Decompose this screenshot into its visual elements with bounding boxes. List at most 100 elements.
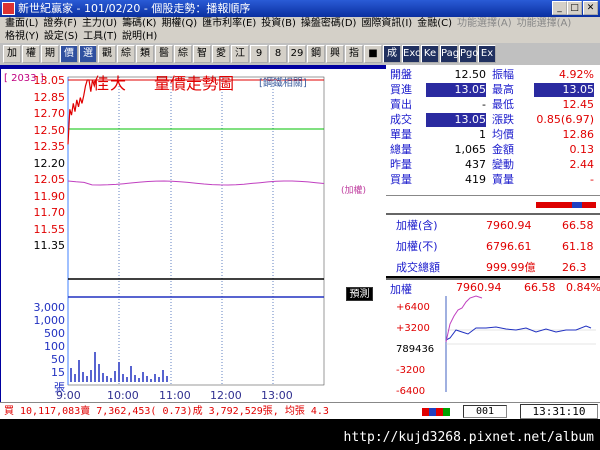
toolbar-button-6[interactable]: 綜 (117, 45, 135, 63)
toolbar: 加權期價選觀綜類醫綜智愛江 9 8 29 鋼興指 ■ 成 Exc Ke Page Pgo Ex (0, 43, 600, 65)
quote-key: 最高 (492, 83, 514, 96)
menu-item-5[interactable]: 匯市利率(E) (202, 18, 256, 29)
menu-item-7[interactable]: 操盤密碼(D) (301, 18, 357, 29)
watermark-bar: http://kujd3268.pixnet.net/album (0, 419, 600, 450)
minimize-button[interactable]: _ (552, 1, 567, 15)
price-label: 12.20 (33, 156, 66, 170)
menu-item-6[interactable]: 投資(B) (261, 18, 296, 29)
quote-row: 開盤 12.50 振幅 4.92% (386, 68, 600, 82)
quote-value: 0.85(6.97) (536, 113, 594, 126)
toolbar-button-21[interactable]: Exc (402, 45, 421, 63)
toolbar-button-9[interactable]: 綜 (174, 45, 192, 63)
toolbar-button-15[interactable]: 29 (288, 45, 306, 63)
quote-value: 2.44 (569, 158, 595, 171)
quote-key: 開盤 (390, 68, 412, 81)
price-label: 13.05 (33, 74, 66, 87)
quote-value: 437 (465, 158, 486, 171)
menu2-item-2[interactable]: 工具(T) (83, 31, 117, 42)
price-label: 12.70 (33, 107, 66, 120)
mini-chart-panel: 加權 7960.94 66.58 0.84% +6400 +3200 789436-… (386, 278, 600, 402)
quote-panel: 開盤 12.50 振幅 4.92% 買進 13.05 最高 13.05 賣出 - 最低 12.45 成交… (386, 65, 600, 195)
time-label: 9:00 (56, 389, 81, 402)
menu2-item-1[interactable]: 設定(S) (44, 31, 78, 42)
quote-key: 金額 (492, 143, 514, 156)
toolbar-button-19[interactable]: ■ (364, 45, 382, 63)
price-label: 12.50 (33, 123, 66, 137)
menu-item-8[interactable]: 國際資訊(I) (361, 18, 412, 29)
toolbar-button-3[interactable]: 價 (60, 45, 78, 63)
bar-red (536, 202, 596, 208)
toolbar-button-16[interactable]: 鋼 (307, 45, 325, 63)
index-row-change: 26.3 (562, 261, 587, 274)
price-label: 11.35 (33, 239, 66, 252)
forecast-button[interactable]: 預測 (346, 287, 373, 301)
toolbar-button-20[interactable]: 成 (383, 45, 401, 63)
menu-item-9[interactable]: 金融(C) (417, 18, 452, 29)
toolbar-button-24[interactable]: Pgo (459, 45, 479, 63)
price-label: 11.55 (33, 222, 66, 236)
toolbar-button-17[interactable]: 興 (326, 45, 344, 63)
menu-item-4[interactable]: 期權(Q) (161, 18, 197, 29)
menu-item-11[interactable]: 功能選擇(A) (517, 18, 572, 29)
price-label: 11.90 (33, 189, 66, 203)
toolbar-button-0[interactable]: 加 (3, 45, 21, 63)
toolbar-button-14[interactable]: 8 (269, 45, 287, 63)
toolbar-button-22[interactable]: Ke (421, 45, 439, 63)
quote-key: 漲跌 (492, 113, 514, 126)
index-row-value: 7960.94 (486, 219, 532, 232)
toolbar-button-7[interactable]: 類 (136, 45, 154, 63)
menu-bar: 畫面(L) 證券(F) 主力(U) 籌碼(K) 期權(Q) 匯市利率(E) 投資(B) 操盤密… (0, 17, 600, 43)
quote-row: 成交 13.05 漲跌 0.85(6.97) (386, 113, 600, 127)
toolbar-button-5[interactable]: 觀 (98, 45, 116, 63)
mini-tick: +3200 (396, 323, 430, 334)
time-label: 12:00 (210, 389, 242, 402)
clock: 13:31:10 (520, 404, 598, 419)
quote-value: 12.86 (562, 128, 595, 141)
menu-item-2[interactable]: 主力(U) (82, 18, 117, 29)
toolbar-button-23[interactable]: Page (440, 45, 465, 63)
mini-tick: -3200 (396, 365, 426, 376)
quote-row: 買量 419 賣量 - (386, 173, 600, 187)
menu2-item-0[interactable]: 格視(Y) (5, 31, 39, 42)
index-row-label: 加權(含) (396, 219, 438, 232)
maximize-button[interactable]: □ (567, 1, 582, 15)
price-label: 12.05 (33, 173, 66, 186)
toolbar-button-1[interactable]: 權 (22, 45, 40, 63)
counter-field[interactable]: 001 (463, 405, 507, 418)
volume-label: 50 (51, 353, 65, 366)
quote-row: 單量 1 均價 12.86 (386, 128, 600, 142)
index-panel: 加權(含) 7960.94 66.58 加權(不) 6796.61 61.18 成交總額 99… (386, 213, 600, 276)
mini-chart-svg (445, 295, 596, 392)
toolbar-button-8[interactable]: 醫 (155, 45, 173, 63)
menu-item-1[interactable]: 證券(F) (43, 18, 77, 29)
quote-key: 賣量 (492, 173, 514, 186)
volume-label: 1,000 (33, 314, 66, 327)
menu2-item-3[interactable]: 說明(H) (122, 31, 157, 42)
swatch-red (422, 408, 429, 416)
title-bar: 新世紀贏家 - 101/02/20 - 個股走勢：播報順序 _ □ ✕ (0, 0, 600, 17)
menu-item-10[interactable]: 功能選擇(A) (457, 18, 512, 29)
toolbar-button-10[interactable]: 智 (193, 45, 211, 63)
menu-row-2: 格視(Y) 設定(S) 工具(T) 說明(H) (0, 30, 600, 43)
toolbar-button-12[interactable]: 江 (231, 45, 249, 63)
app-icon (2, 2, 15, 15)
menu-item-3[interactable]: 籌碼(K) (122, 18, 156, 29)
volume-label: 100 (44, 340, 65, 353)
menu-item-0[interactable]: 畫面(L) (5, 18, 38, 29)
index-row: 加權(含) 7960.94 66.58 (386, 215, 600, 236)
toolbar-button-4[interactable]: 選 (79, 45, 97, 63)
stock-category: [鋼鐵相關] (259, 78, 307, 89)
quote-value: 13.05 (426, 113, 486, 127)
mini-volume-line (445, 295, 483, 343)
toolbar-button-2[interactable]: 期 (41, 45, 59, 63)
price-label: 11.70 (33, 206, 66, 219)
quote-row: 昨量 437 變動 2.44 (386, 158, 600, 172)
toolbar-button-25[interactable]: Ex (478, 45, 496, 63)
index-label: (加權) (341, 186, 367, 196)
close-button[interactable]: ✕ (583, 1, 598, 15)
price-label: 12.85 (33, 90, 66, 104)
toolbar-button-11[interactable]: 愛 (212, 45, 230, 63)
toolbar-button-13[interactable]: 9 (250, 45, 268, 63)
toolbar-button-18[interactable]: 指 (345, 45, 363, 63)
mini-tick: 789436 (396, 344, 435, 355)
